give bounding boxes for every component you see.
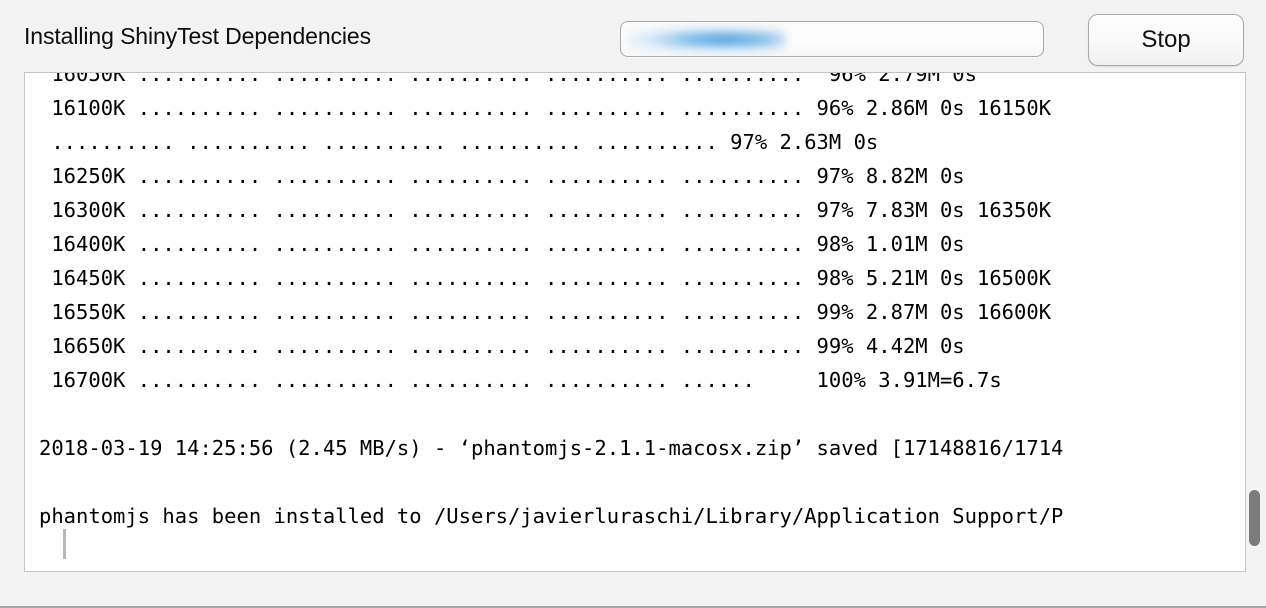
text-caret xyxy=(63,529,66,559)
console-line: 16450K .......... .......... .......... … xyxy=(39,266,1052,290)
indeterminate-progress-bar xyxy=(620,21,1044,57)
progress-bar-fill xyxy=(625,28,785,50)
console-line: .......... .......... .......... .......… xyxy=(39,130,879,154)
console-line: 16100K .......... .......... .......... … xyxy=(39,96,1052,120)
page-title: Installing ShinyTest Dependencies xyxy=(24,23,372,49)
console-line: 16650K .......... .......... .......... … xyxy=(39,334,965,358)
scrollbar-track[interactable] xyxy=(1247,72,1263,572)
console-line: 16400K .......... .......... .......... … xyxy=(39,232,965,256)
installer-progress-window: Installing ShinyTest Dependencies Stop 1… xyxy=(0,0,1266,608)
console-output-panel[interactable]: 16050K .......... .......... .......... … xyxy=(24,72,1246,572)
scrollbar-thumb[interactable] xyxy=(1249,490,1260,546)
console-line: phantomjs has been installed to /Users/j… xyxy=(39,504,1064,528)
console-line: 2018-03-19 14:25:56 (2.45 MB/s) - ‘phant… xyxy=(39,436,1064,460)
console-line: 16700K .......... .......... .......... … xyxy=(39,368,1002,392)
console-line: 16300K .......... .......... .......... … xyxy=(39,198,1052,222)
dialog-header: Installing ShinyTest Dependencies Stop xyxy=(0,0,1266,72)
console-line: 16250K .......... .......... .......... … xyxy=(39,164,965,188)
console-log-text: 16050K .......... .......... .......... … xyxy=(25,72,1245,533)
console-line: 16050K .......... .......... .......... … xyxy=(39,72,977,86)
stop-button[interactable]: Stop xyxy=(1088,14,1244,66)
console-line: 16550K .......... .......... .......... … xyxy=(39,300,1052,324)
